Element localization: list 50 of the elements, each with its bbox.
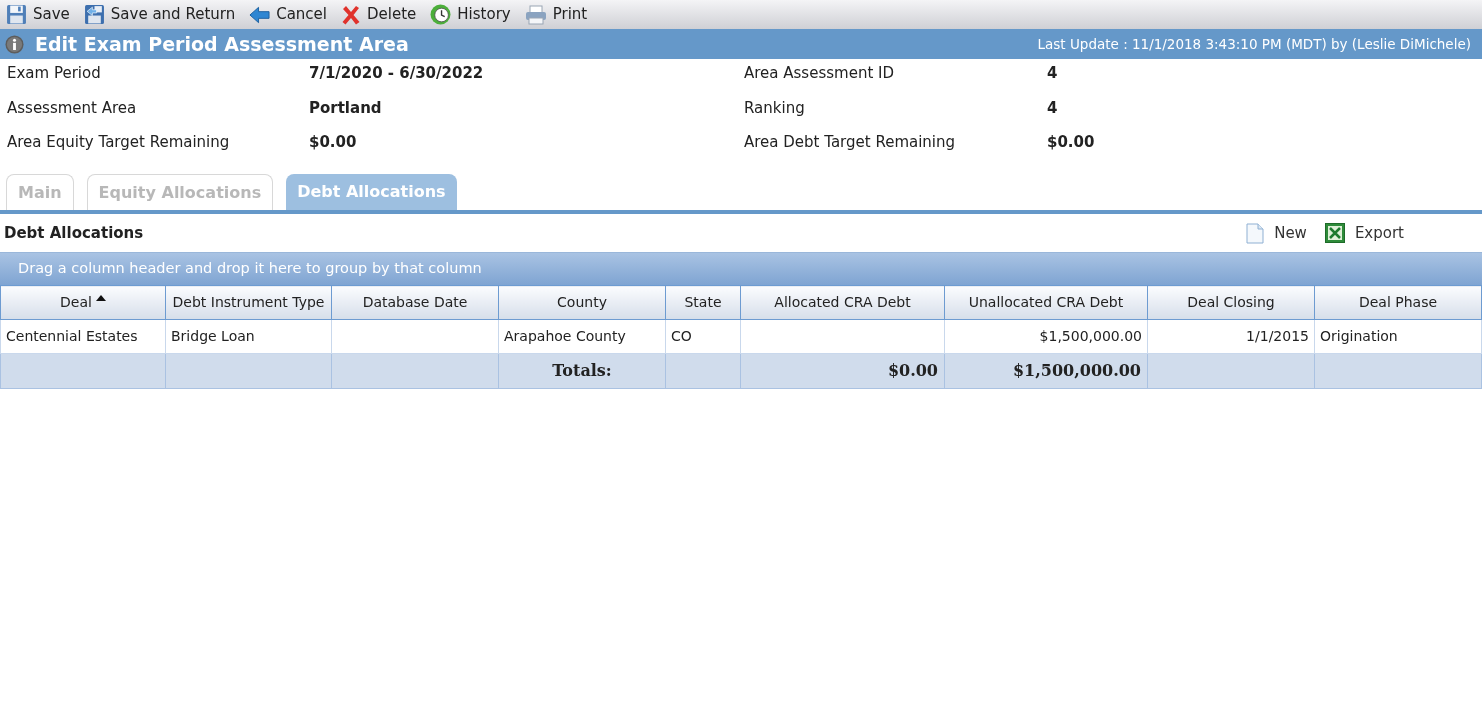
new-button[interactable]: New: [1246, 221, 1307, 245]
table-cell: CO: [671, 328, 692, 344]
column-header[interactable]: Deal Closing: [1147, 285, 1315, 320]
save-button[interactable]: Save: [6, 3, 70, 26]
totals-label: Totals:: [552, 361, 612, 380]
cancel-button[interactable]: Cancel: [249, 3, 327, 26]
page-title: Edit Exam Period Assessment Area: [35, 31, 409, 57]
last-update-text: Last Update : 11/1/2018 3:43:10 PM (MDT) by (Leslie DiMichele): [1037, 34, 1472, 54]
field-value: $0.00: [1047, 133, 1095, 151]
column-header[interactable]: Allocated CRA Debt: [740, 285, 945, 320]
history-button[interactable]: History: [430, 3, 511, 26]
x-mark-icon: [341, 4, 361, 25]
table-cell: $1,500,000.00: [1039, 328, 1142, 344]
column-header[interactable]: Deal: [0, 285, 166, 320]
total-amount: $0.00: [887, 361, 938, 380]
table-cell: Origination: [1320, 328, 1398, 344]
field-label: Ranking: [744, 98, 805, 117]
field-value: $0.00: [309, 133, 357, 151]
printer-icon: [524, 4, 547, 25]
column-header[interactable]: County: [498, 285, 666, 320]
column-header[interactable]: Unallocated CRA Debt: [944, 285, 1148, 320]
field-value: Portland: [309, 98, 382, 117]
column-header[interactable]: Debt Instrument Type: [165, 285, 332, 320]
group-panel-hint: Drag a column header and drop it here to group by that column: [18, 259, 482, 279]
left-arrow-icon: [249, 4, 271, 25]
save-and-return-button[interactable]: Save and Return: [83, 3, 236, 26]
export-button[interactable]: Export: [1324, 221, 1404, 245]
document-icon: [1246, 222, 1265, 244]
field-label: Exam Period: [7, 64, 101, 82]
table-cell: Arapahoe County: [504, 328, 626, 344]
field-label: Assessment Area: [7, 98, 137, 117]
field-value: 7/1/2020 - 6/30/2022: [309, 64, 484, 82]
field-label: Area Assessment ID: [744, 64, 894, 82]
info-icon: [5, 34, 24, 54]
spreadsheet-icon: [1324, 223, 1345, 243]
table-cell: Centennial Estates: [6, 328, 138, 344]
total-amount: $1,500,000.00: [1012, 361, 1141, 380]
column-header[interactable]: State: [665, 285, 741, 320]
print-button[interactable]: Print: [524, 3, 588, 26]
field-label: Area Debt Target Remaining: [744, 133, 956, 151]
delete-button[interactable]: Delete: [341, 3, 417, 26]
table-cell: Bridge Loan: [171, 328, 255, 344]
column-header[interactable]: Deal Phase: [1314, 285, 1482, 320]
table-cell: 1/1/2015: [1246, 328, 1309, 344]
field-value: 4: [1047, 64, 1058, 82]
section-title: Debt Allocations: [4, 222, 144, 244]
field-label: Area Equity Target Remaining: [7, 133, 230, 151]
field-value: 4: [1047, 98, 1058, 117]
column-header[interactable]: Database Date: [331, 285, 499, 320]
clock-icon: [430, 4, 452, 25]
